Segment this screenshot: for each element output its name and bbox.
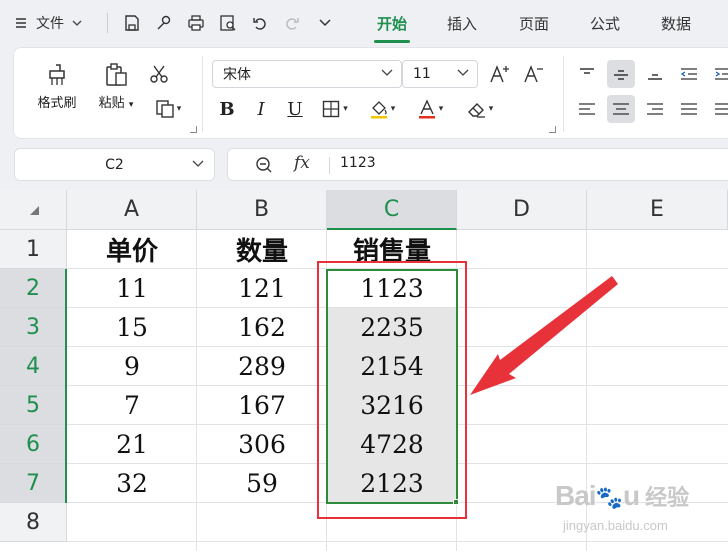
copy-button[interactable]: ▾ (148, 95, 188, 123)
clear-format-button[interactable]: ▾ (460, 95, 500, 123)
align-center-icon (613, 103, 629, 115)
paint-bucket-icon (370, 101, 387, 119)
justify-icon (681, 103, 697, 115)
tab-formula[interactable]: 公式 (579, 0, 631, 46)
font-group-expand-icon[interactable] (549, 126, 556, 133)
indent-left-icon (680, 68, 697, 80)
borders-dropdown-icon: ▾ (343, 104, 348, 114)
distributed-align-icon (715, 103, 728, 115)
borders-button[interactable]: ▾ (315, 95, 355, 123)
tab-page[interactable]: 页面 (508, 0, 560, 46)
tab-active-indicator (374, 40, 410, 43)
watermark: Bai🐾u 经验 jingyan.baidu.com (555, 480, 690, 533)
name-box[interactable]: C2 (14, 148, 215, 181)
font-name-select[interactable]: 宋体 (212, 60, 402, 88)
menu-bar: 文件 开始 插入 页面 公式 数据 (0, 0, 728, 46)
insert-function-button[interactable]: fx (294, 153, 310, 173)
paste-icon (106, 63, 127, 86)
redo-icon[interactable] (280, 11, 304, 35)
font-color-dropdown-icon: ▾ (438, 104, 444, 114)
tab-insert[interactable]: 插入 (436, 0, 488, 46)
format-painter-icon (49, 64, 65, 85)
format-painter-button[interactable]: 格式刷 (31, 62, 83, 111)
indent-right-icon (715, 68, 728, 80)
font-size-select[interactable]: 11 (402, 60, 478, 88)
align-middle-button[interactable] (607, 60, 635, 88)
font-name-value: 宋体 (223, 67, 251, 83)
formula-divider (329, 157, 330, 174)
align-bottom-icon (648, 74, 662, 80)
paste-label: 粘贴 ▾ (99, 92, 134, 111)
paste-button[interactable]: 粘贴 ▾ (91, 62, 141, 111)
formula-bar[interactable]: fx 1123 (227, 148, 728, 181)
font-color-icon (418, 99, 435, 119)
paw-icon: 🐾 (595, 485, 623, 510)
more-chevron-icon[interactable] (313, 11, 337, 35)
chevron-down-icon (192, 160, 204, 167)
align-bottom-button[interactable] (641, 60, 669, 88)
file-menu-label: 文件 (36, 16, 64, 32)
watermark-main: Bai (555, 480, 597, 511)
clipboard-group-expand-icon[interactable] (190, 126, 197, 133)
fill-color-dropdown-icon: ▾ (390, 104, 396, 114)
watermark-suffix: u (622, 480, 640, 511)
undo-icon[interactable] (248, 11, 272, 35)
print-preview-icon[interactable] (216, 11, 240, 35)
ribbon-divider (202, 56, 203, 132)
paste-dropdown-icon: ▾ (128, 100, 134, 110)
align-right-icon (647, 103, 663, 115)
decrease-font-button[interactable] (520, 60, 548, 88)
chevron-down-icon (72, 20, 82, 26)
watermark-cn: 经验 (645, 485, 690, 510)
paste-label-text: 粘贴 (98, 96, 125, 111)
file-menu[interactable]: 文件 (36, 0, 100, 46)
format-painter-label: 格式刷 (37, 96, 77, 111)
save-icon[interactable] (120, 11, 144, 35)
increase-font-button[interactable] (486, 60, 514, 88)
align-top-button[interactable] (573, 60, 601, 88)
copy-icon (156, 100, 174, 118)
chevron-down-icon (381, 69, 393, 76)
font-decrease-icon (524, 65, 543, 83)
copy-dropdown-icon: ▾ (176, 104, 182, 114)
ribbon-divider (563, 56, 564, 132)
menu-divider (107, 13, 108, 33)
share-icon[interactable] (152, 11, 176, 35)
scissors-icon (150, 65, 168, 83)
align-top-icon (580, 68, 594, 74)
align-middle-icon (614, 70, 628, 80)
print-icon[interactable] (184, 11, 208, 35)
underline-button[interactable]: U (281, 95, 309, 123)
font-increase-icon (490, 65, 509, 83)
align-center-button[interactable] (607, 95, 635, 123)
chevron-down-icon (457, 69, 469, 76)
formula-input[interactable]: 1123 (340, 155, 376, 171)
cut-button[interactable] (145, 60, 173, 88)
font-color-button[interactable]: ▾ (410, 95, 450, 123)
menu-icon[interactable] (14, 0, 28, 46)
font-size-value: 11 (413, 66, 431, 82)
decrease-indent-button[interactable] (675, 60, 703, 88)
borders-icon (323, 100, 340, 118)
spreadsheet-grid: A B C D E 1 2 3 4 5 6 7 8 单价 数量 销售量 11 1… (0, 190, 728, 551)
bold-button[interactable]: B (213, 95, 241, 123)
align-right-button[interactable] (641, 95, 669, 123)
increase-indent-button[interactable] (709, 60, 728, 88)
italic-button[interactable]: I (247, 95, 275, 123)
fill-color-button[interactable]: ▾ (362, 95, 402, 123)
tab-data[interactable]: 数据 (650, 0, 702, 46)
distributed-align-button[interactable] (709, 95, 728, 123)
zoom-icon[interactable] (255, 156, 273, 174)
ribbon: 格式刷 粘贴 ▾ ▾ 宋体 11 B I U ▾ ▾ ▾ ▾ (13, 47, 728, 139)
watermark-url: jingyan.baidu.com (563, 518, 668, 533)
clear-format-dropdown-icon: ▾ (488, 104, 494, 114)
justify-button[interactable] (675, 95, 703, 123)
align-left-icon (579, 103, 595, 115)
align-left-button[interactable] (573, 95, 601, 123)
eraser-icon (467, 103, 485, 118)
name-box-value: C2 (105, 156, 124, 173)
